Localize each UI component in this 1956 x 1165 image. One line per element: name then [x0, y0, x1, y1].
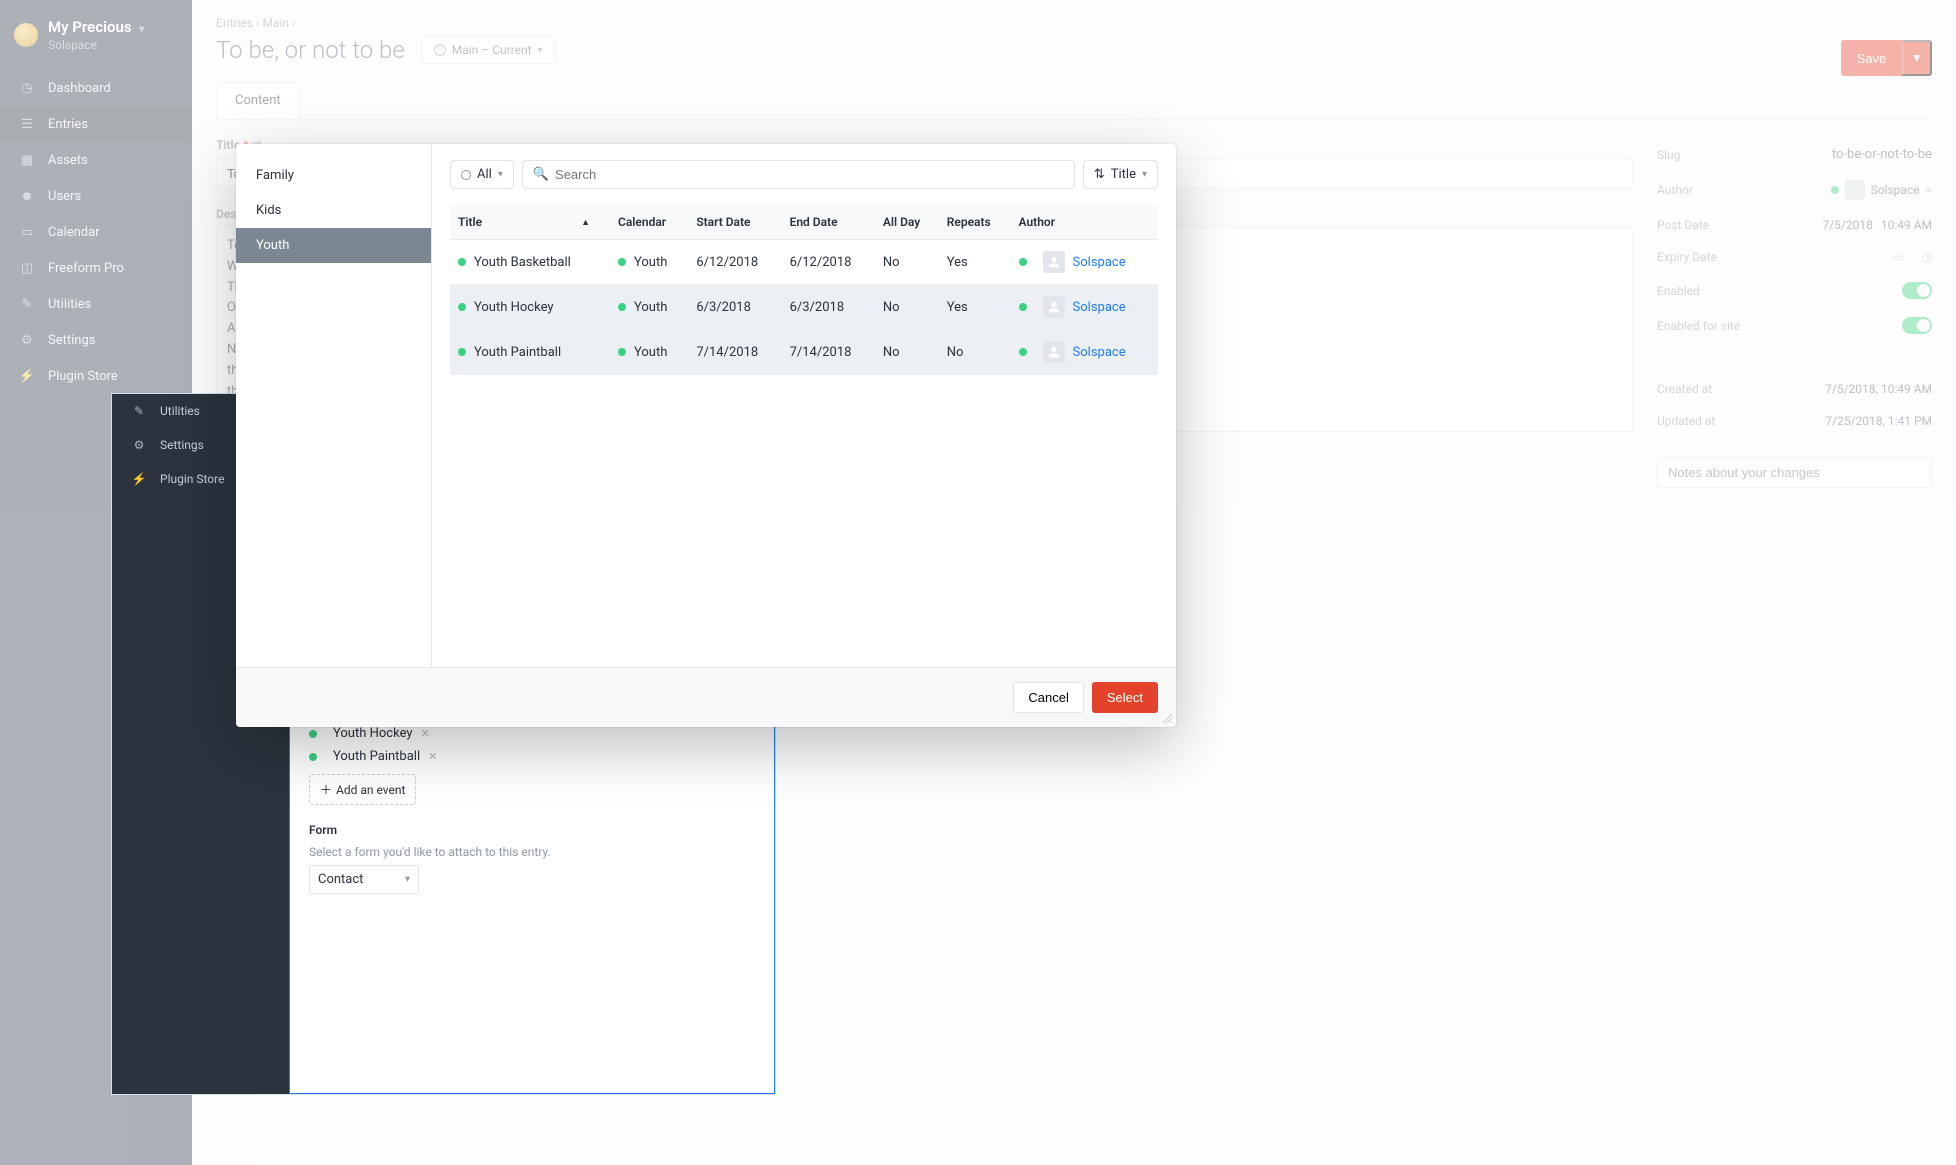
plug-icon: ⚡: [18, 367, 36, 385]
site-selector[interactable]: Main – Current ▾: [421, 36, 556, 64]
chevron-down-icon: ▾: [1142, 169, 1147, 180]
modal-source-youth[interactable]: Youth: [236, 228, 431, 263]
form-help: Select a form you'd like to attach to th…: [309, 845, 755, 859]
cancel-button[interactable]: Cancel: [1013, 682, 1083, 713]
search-input-wrapper[interactable]: 🔍: [522, 160, 1075, 189]
form-icon: ◫: [18, 259, 36, 277]
related-event-item[interactable]: Youth Paintball✕: [309, 745, 755, 768]
globe-icon: [434, 44, 446, 56]
chevron-down-icon: ▾: [498, 169, 503, 180]
breadcrumb: Entries › Main ›: [216, 0, 1932, 36]
status-dot: [458, 258, 466, 266]
status-dot: [309, 753, 317, 761]
status-dot: [1019, 348, 1027, 356]
sidebar-item-freeform[interactable]: ◫Freeform Pro: [0, 250, 192, 286]
brand-logo: [14, 23, 38, 47]
remove-related-icon[interactable]: ✕: [428, 750, 437, 763]
avatar: [1043, 341, 1065, 363]
sidebar-item-entries[interactable]: ☰Entries: [0, 106, 192, 142]
wrench-icon: ✎: [18, 295, 36, 313]
sort-icon: ⇅: [1094, 167, 1105, 182]
page-title: To be, or not to be: [216, 36, 405, 64]
author-link[interactable]: Solspace: [1073, 300, 1126, 315]
sidebar-item-dashboard[interactable]: ◷Dashboard: [0, 70, 192, 106]
form-label: Form: [309, 823, 755, 837]
col-start[interactable]: Start Date: [688, 205, 781, 240]
author-link[interactable]: Solspace: [1073, 255, 1126, 270]
sidebar-item-settings[interactable]: ⚙Settings: [0, 322, 192, 358]
remove-author-icon[interactable]: ×: [1926, 183, 1932, 197]
status-dot: [1831, 186, 1839, 194]
col-title[interactable]: Title: [458, 215, 482, 229]
sidebar-item-assets[interactable]: ▦Assets: [0, 142, 192, 178]
calendar-icon[interactable]: ▭: [1892, 250, 1903, 264]
sort-button[interactable]: ⇅Title▾: [1083, 160, 1158, 189]
table-row[interactable]: Youth BasketballYouth6/12/20186/12/2018N…: [450, 240, 1158, 285]
calendar-icon: ▭: [18, 223, 36, 241]
brand-name: My Precious: [48, 18, 132, 36]
enabled-site-toggle[interactable]: [1902, 317, 1932, 334]
avatar: [1043, 296, 1065, 318]
brand[interactable]: My Precious ▾ Solspace: [0, 14, 192, 70]
avatar: [1043, 251, 1065, 273]
modal-sidebar: Family Kids Youth: [236, 144, 432, 667]
select-button[interactable]: Select: [1092, 682, 1158, 713]
form-select[interactable]: Contact▾: [309, 865, 419, 894]
tab-content[interactable]: Content: [216, 82, 300, 119]
resize-handle-icon[interactable]: [1160, 711, 1172, 723]
status-dot: [1019, 303, 1027, 311]
status-dot: [618, 303, 626, 311]
search-icon: 🔍: [533, 167, 549, 182]
modal-source-kids[interactable]: Kids: [236, 193, 431, 228]
modal-source-family[interactable]: Family: [236, 158, 431, 193]
image-icon: ▦: [18, 151, 36, 169]
plug-icon: ⚡: [130, 470, 148, 488]
brand-sub: Solspace: [48, 38, 144, 52]
avatar: [1845, 180, 1865, 200]
chevron-down-icon: ▾: [538, 45, 543, 56]
chevron-down-icon: ▾: [139, 24, 144, 35]
gauge-icon: ◷: [18, 79, 36, 97]
save-button[interactable]: Save: [1841, 40, 1903, 76]
table-row[interactable]: Youth PaintballYouth7/14/20187/14/2018No…: [450, 330, 1158, 375]
gear-icon: ⚙: [130, 436, 148, 454]
slug-value[interactable]: to-be-or-not-to-be: [1832, 147, 1932, 162]
events-table: Title ▲ Calendar Start Date End Date All …: [450, 205, 1158, 375]
chevron-down-icon: ▾: [405, 874, 410, 885]
sidebar-item-users[interactable]: ☻Users: [0, 178, 192, 214]
save-more-button[interactable]: ▾: [1902, 40, 1932, 76]
search-input[interactable]: [555, 167, 1064, 182]
status-dot: [1019, 258, 1027, 266]
enabled-toggle[interactable]: [1902, 282, 1932, 299]
notes-input[interactable]: [1657, 457, 1932, 488]
col-allday[interactable]: All Day: [875, 205, 939, 240]
col-author[interactable]: Author: [1011, 205, 1158, 240]
col-calendar[interactable]: Calendar: [610, 205, 688, 240]
table-row[interactable]: Youth HockeyYouth6/3/20186/3/2018NoYesSo…: [450, 285, 1158, 330]
remove-related-icon[interactable]: ✕: [421, 727, 430, 740]
list-icon: ☰: [18, 115, 36, 133]
status-filter-button[interactable]: All▾: [450, 160, 514, 189]
sort-asc-icon: ▲: [581, 217, 590, 228]
status-dot: [458, 348, 466, 356]
sidebar-item-utilities[interactable]: ✎Utilities: [0, 286, 192, 322]
clock-icon[interactable]: ◷: [1922, 250, 1932, 264]
wrench-icon: ✎: [130, 402, 148, 420]
gear-icon: ⚙: [18, 331, 36, 349]
add-event-button[interactable]: ＋Add an event: [309, 774, 416, 805]
event-picker-modal: Family Kids Youth All▾ 🔍 ⇅Title▾ Title▲ …: [236, 144, 1176, 727]
status-icon: [461, 170, 471, 180]
author-link[interactable]: Solspace: [1073, 345, 1126, 360]
sidebar-item-calendar[interactable]: ▭Calendar: [0, 214, 192, 250]
users-icon: ☻: [18, 187, 36, 205]
status-dot: [618, 348, 626, 356]
status-dot: [309, 730, 317, 738]
status-dot: [458, 303, 466, 311]
sidebar-item-plugins[interactable]: ⚡Plugin Store: [0, 358, 192, 394]
col-repeats[interactable]: Repeats: [939, 205, 1011, 240]
col-end[interactable]: End Date: [782, 205, 875, 240]
status-dot: [618, 258, 626, 266]
